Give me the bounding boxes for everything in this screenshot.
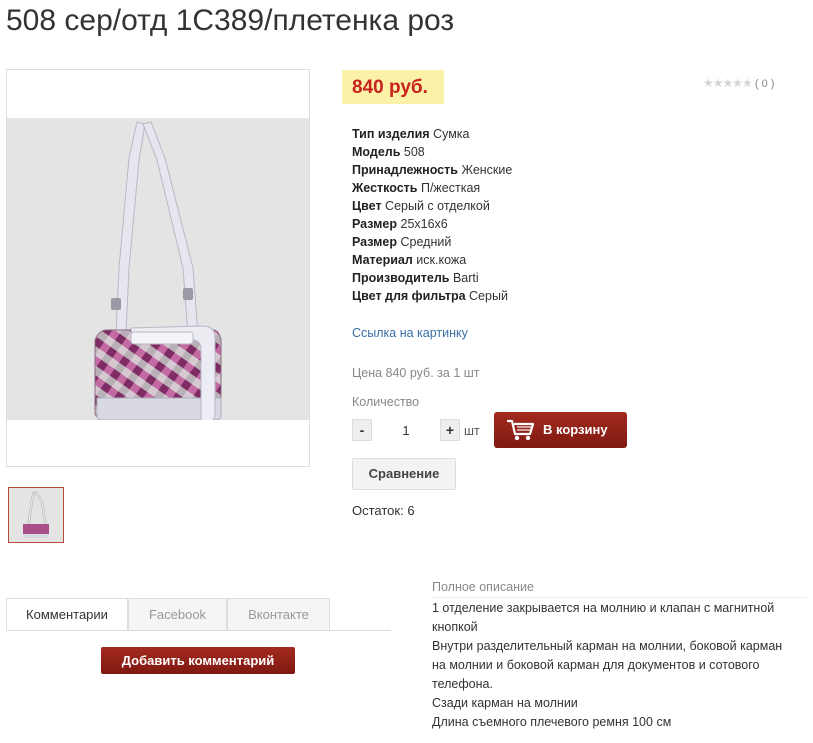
tab-vkontakte[interactable]: Вконтакте: [227, 598, 330, 631]
spec-value: Сумка: [433, 127, 470, 141]
spec-label: Размер: [352, 217, 398, 231]
add-to-cart-button[interactable]: В корзину: [494, 412, 627, 448]
spec-row: Модель 508: [352, 143, 512, 161]
spec-label: Производитель: [352, 271, 450, 285]
tab-comments[interactable]: Комментарии: [6, 598, 128, 631]
spec-value: Серый: [469, 289, 508, 303]
quantity-unit: шт: [464, 424, 480, 438]
spec-row: Тип изделия Сумка: [352, 125, 512, 143]
spec-label: Жесткость: [352, 181, 418, 195]
description-line: Длина съемного плечевого ремня 100 см: [432, 715, 672, 729]
stock-count: Остаток: 6: [352, 503, 415, 518]
spec-label: Принадлежность: [352, 163, 458, 177]
spec-row: Производитель Barti: [352, 269, 512, 287]
rating-stars-icon[interactable]: ★★★★★: [703, 76, 753, 90]
spec-row: Цвет для фильтра Серый: [352, 287, 512, 305]
spec-label: Размер: [352, 235, 398, 249]
product-image[interactable]: [7, 118, 309, 423]
image-link[interactable]: Ссылка на картинку: [352, 326, 468, 340]
product-price: 840 руб.: [352, 77, 428, 98]
spec-row: Жесткость П/жесткая: [352, 179, 512, 197]
cart-icon: [507, 419, 535, 441]
spec-label: Тип изделия: [352, 127, 430, 141]
spec-label: Модель: [352, 145, 401, 159]
product-specs: Тип изделия Сумка Модель 508 Принадлежно…: [352, 125, 512, 305]
spec-value: Barti: [452, 271, 479, 285]
compare-button[interactable]: Сравнение: [352, 458, 456, 490]
spec-row: Размер 25x16x6: [352, 215, 512, 233]
spec-value: иск.кожа: [416, 253, 467, 267]
tab-facebook[interactable]: Facebook: [128, 598, 227, 631]
spec-value: Женские: [461, 163, 513, 177]
quantity-decrease-button[interactable]: -: [352, 419, 372, 441]
quantity-increase-button[interactable]: +: [440, 419, 460, 441]
add-to-cart-label: В корзину: [543, 422, 608, 437]
description-line: кнопкой: [432, 620, 478, 634]
add-comment-button[interactable]: Добавить комментарий: [101, 647, 295, 674]
description-divider: [432, 597, 807, 598]
spec-value: 508: [403, 145, 425, 159]
spec-label: Цвет для фильтра: [352, 289, 466, 303]
description-title: Полное описание: [432, 580, 534, 594]
spec-row: Размер Средний: [352, 233, 512, 251]
quantity-input[interactable]: [384, 419, 428, 441]
product-thumbnail[interactable]: [8, 487, 64, 543]
rating-count: ( 0 ): [754, 78, 775, 90]
description-text: 1 отделение закрывается на молнию и клап…: [432, 599, 807, 732]
spec-label: Цвет: [352, 199, 382, 213]
description-line: Сзади карман на молнии: [432, 696, 578, 710]
spec-label: Материал: [352, 253, 413, 267]
spec-value: Серый с отделкой: [385, 199, 490, 213]
handbag-image: [94, 121, 222, 423]
spec-row: Материал иск.кожа: [352, 251, 512, 269]
spec-row: Цвет Серый с отделкой: [352, 197, 512, 215]
tabs-divider: [6, 630, 391, 631]
spec-value: Средний: [400, 235, 452, 249]
spec-value: 25x16x6: [400, 217, 448, 231]
spec-row: Принадлежность Женские: [352, 161, 512, 179]
quantity-label: Количество: [352, 395, 420, 409]
product-title: 508 сер/отд 1С389/плетенка роз: [6, 4, 455, 37]
unit-price: Цена 840 руб. за 1 шт: [352, 366, 480, 380]
rating[interactable]: ★★★★★ ( 0 ): [703, 76, 774, 90]
spec-value: П/жесткая: [420, 181, 481, 195]
description-line: телефона.: [432, 677, 493, 691]
description-line: Внутри разделительный карман на молнии, …: [432, 639, 783, 653]
product-image-frame[interactable]: [6, 69, 310, 467]
handbag-thumbnail-image: [9, 488, 63, 542]
description-line: на молнии и боковой карман для документо…: [432, 658, 760, 672]
description-line: 1 отделение закрывается на молнию и клап…: [432, 601, 775, 615]
